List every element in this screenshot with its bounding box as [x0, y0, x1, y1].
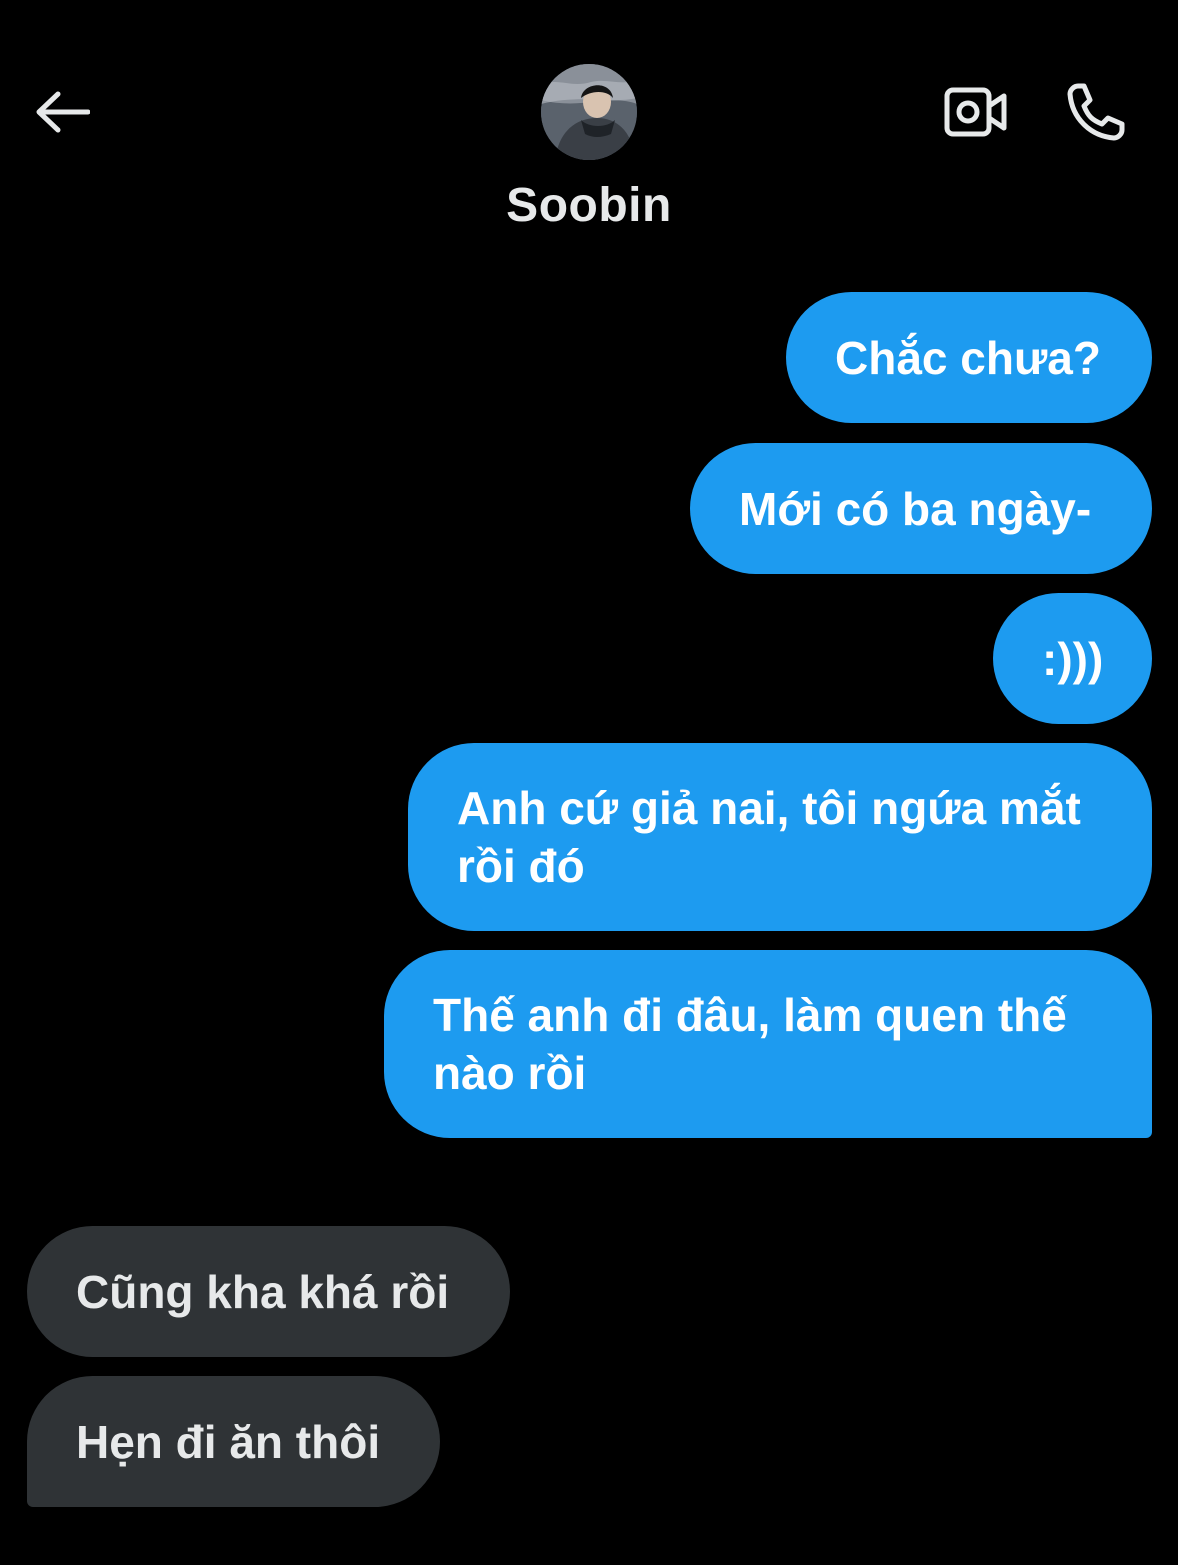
message-bubble-received[interactable]: Hẹn đi ăn thôi: [27, 1376, 440, 1507]
contact-name: Soobin: [506, 179, 672, 232]
message-text: Mới có ba ngày-: [739, 482, 1092, 535]
message-bubble-sent[interactable]: Anh cứ giả nai, tôi ngứa mắt rồi đó: [408, 743, 1152, 931]
message-bubble-sent[interactable]: :))): [993, 593, 1152, 724]
profile-photo: [541, 64, 637, 160]
message-bubble-sent[interactable]: Chắc chưa?: [786, 292, 1152, 423]
message-text: Hẹn đi ăn thôi: [76, 1415, 381, 1468]
conversation-header: Soobin: [0, 0, 1178, 260]
message-bubble-received[interactable]: Cũng kha khá rồi: [27, 1226, 510, 1357]
message-text: Cũng kha khá rồi: [76, 1265, 450, 1318]
arrow-left-icon: [36, 91, 90, 133]
video-camera-icon: [944, 87, 1007, 137]
message-text: Thế anh đi đâu, làm quen thế nào rồi: [433, 989, 1067, 1099]
phone-icon: [1067, 83, 1125, 141]
message-text: :))): [1042, 632, 1104, 685]
avatar[interactable]: [541, 64, 637, 160]
back-button[interactable]: [30, 80, 94, 144]
video-call-button[interactable]: [938, 80, 1014, 144]
message-text: Chắc chưa?: [835, 331, 1101, 384]
message-bubble-sent[interactable]: Thế anh đi đâu, làm quen thế nào rồi: [384, 950, 1152, 1138]
voice-call-button[interactable]: [1058, 76, 1130, 148]
message-bubble-sent[interactable]: Mới có ba ngày-: [690, 443, 1152, 574]
message-text: Anh cứ giả nai, tôi ngứa mắt rồi đó: [457, 782, 1081, 892]
